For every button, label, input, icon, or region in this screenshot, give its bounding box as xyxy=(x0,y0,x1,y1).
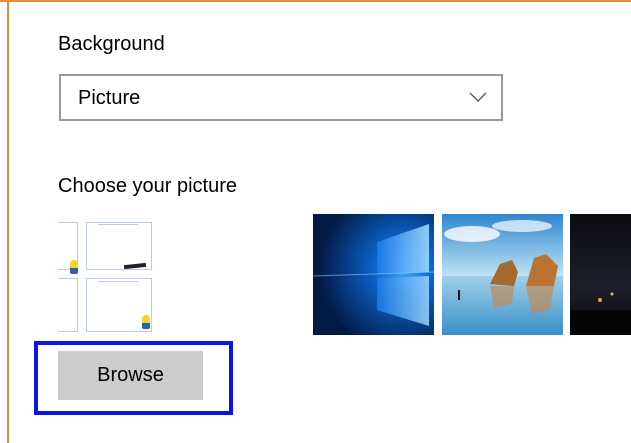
collage-text-line xyxy=(98,281,138,282)
collage-page xyxy=(58,278,78,332)
background-label: Background xyxy=(58,33,165,55)
picture-thumbnail-windows-10[interactable] xyxy=(313,214,434,335)
collage-text-line xyxy=(98,224,138,225)
chevron-down-icon xyxy=(469,92,487,102)
minion-figure xyxy=(142,315,150,329)
minion-figure xyxy=(70,260,78,274)
picture-thumbnail-beach[interactable] xyxy=(442,214,563,335)
picture-thumbnail-custom[interactable] xyxy=(58,214,179,335)
background-dropdown[interactable]: Picture xyxy=(59,74,503,121)
night-wallpaper-image xyxy=(570,214,631,335)
beach-wallpaper-image xyxy=(442,214,563,335)
background-dropdown-value: Picture xyxy=(78,87,141,109)
picture-thumbnail-night[interactable] xyxy=(570,214,631,335)
window-frame-top xyxy=(0,0,631,2)
windows-logo-wallpaper-image xyxy=(313,214,434,335)
window-frame-left xyxy=(7,0,9,443)
browse-button[interactable]: Browse xyxy=(58,351,203,400)
choose-picture-label: Choose your picture xyxy=(58,175,237,197)
